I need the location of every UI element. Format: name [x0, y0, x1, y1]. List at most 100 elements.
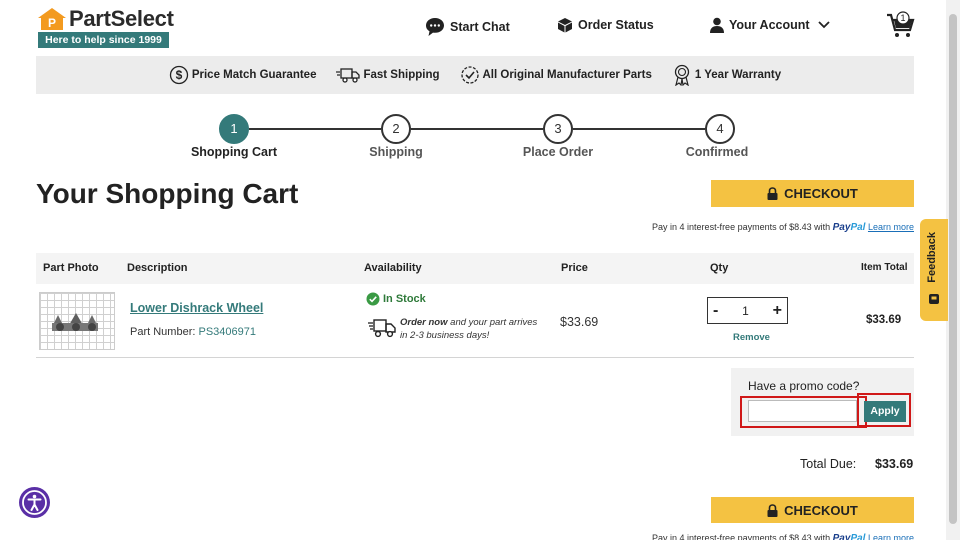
- site-header: P PartSelect Here to help since 1999 Sta…: [0, 0, 946, 56]
- chevron-down-icon: [817, 21, 830, 29]
- step-3-label: Place Order: [522, 145, 594, 159]
- lock-icon: [767, 503, 778, 517]
- benefit-label: Price Match Guarantee: [191, 69, 317, 81]
- start-chat-label: Start Chat: [450, 20, 510, 34]
- box-icon: [558, 18, 572, 33]
- paypal-learn-more-link[interactable]: Learn more: [868, 222, 914, 232]
- dishrack-wheel-image: [52, 313, 98, 331]
- part-number: Part Number: PS3406971: [130, 326, 256, 338]
- benefit-fast-shipping: Fast Shipping: [336, 66, 440, 84]
- cart-table-header: Part Photo Description Availability Pric…: [36, 253, 914, 284]
- svg-text:P: P: [48, 16, 56, 30]
- header-price: Price: [561, 262, 588, 274]
- header-description: Description: [127, 262, 188, 274]
- truck-icon: [336, 68, 361, 83]
- page-title: Your Shopping Cart: [36, 178, 299, 209]
- brand-tagline: Here to help since 1999: [38, 32, 169, 48]
- order-status-label: Order Status: [578, 18, 654, 32]
- paypal-logo-pay: Pay: [832, 533, 851, 540]
- partselect-logo[interactable]: P PartSelect Here to help since 1999: [38, 6, 174, 48]
- checkout-label: CHECKOUT: [784, 502, 858, 518]
- check-circle-icon: [366, 292, 380, 306]
- brand-name: PartSelect: [69, 6, 174, 31]
- dollar-circle-icon: $: [169, 65, 188, 85]
- benefit-original-parts: All Original Manufacturer Parts: [460, 65, 652, 85]
- step-connector: [573, 128, 705, 130]
- header-part-photo: Part Photo: [43, 262, 99, 274]
- paypal-logo-pay: Pay: [832, 222, 851, 233]
- house-logo-icon: P: [38, 8, 66, 30]
- step-connector: [411, 128, 543, 130]
- benefit-label: 1 Year Warranty: [694, 69, 782, 81]
- step-connector: [249, 128, 381, 130]
- remove-item-link[interactable]: Remove: [733, 332, 770, 343]
- paypal-text: Pay in 4 interest-free payments of $8.43…: [652, 533, 831, 540]
- feedback-icon: [929, 294, 939, 304]
- header-qty: Qty: [710, 262, 729, 274]
- scrollbar-thumb[interactable]: [949, 14, 957, 524]
- benefit-label: All Original Manufacturer Parts: [482, 69, 652, 81]
- header-availability: Availability: [364, 262, 422, 274]
- ribbon-icon: [674, 64, 690, 86]
- order-status-link[interactable]: Order Status: [557, 17, 654, 33]
- header-item-total: Item Total: [861, 262, 908, 273]
- paypal-text: Pay in 4 interest-free payments of $8.43…: [652, 222, 831, 232]
- benefit-label: Fast Shipping: [363, 69, 440, 81]
- part-number-value[interactable]: PS3406971: [198, 326, 256, 338]
- qty-increase-button[interactable]: +: [773, 302, 782, 319]
- part-name-link[interactable]: Lower Dishrack Wheel: [130, 301, 263, 315]
- checkout-label: CHECKOUT: [784, 186, 858, 201]
- shipping-text: Order now and your part arrives in 2-3 b…: [400, 316, 537, 342]
- your-account-label: Your Account: [729, 18, 810, 32]
- checkout-button-bottom[interactable]: CHECKOUT: [711, 497, 914, 523]
- item-total: $33.69: [866, 314, 902, 326]
- your-account-menu[interactable]: Your Account: [710, 17, 836, 33]
- qty-value[interactable]: 1: [742, 304, 749, 318]
- benefits-bar: $ Price Match Guarantee Fast Shipping Al…: [36, 56, 914, 94]
- svg-text:$: $: [175, 68, 182, 82]
- total-due-label: Total Due:: [800, 457, 857, 471]
- promo-label: Have a promo code?: [748, 379, 860, 393]
- part-photo[interactable]: [39, 292, 115, 350]
- qty-decrease-button[interactable]: -: [713, 302, 718, 319]
- step-2-circle: 2: [381, 114, 411, 144]
- step-3-circle: 3: [543, 114, 573, 144]
- paypal-logo: PayPal: [833, 222, 866, 233]
- quantity-stepper[interactable]: - 1 +: [707, 297, 788, 324]
- promo-code-input[interactable]: [748, 400, 857, 422]
- step-1-circle: 1: [219, 114, 249, 144]
- paypal-learn-more-link[interactable]: Learn more: [868, 533, 914, 540]
- apply-promo-button[interactable]: Apply: [864, 401, 906, 422]
- step-1-label: Shopping Cart: [190, 145, 278, 159]
- shopping-cart-icon: 1: [887, 11, 915, 37]
- cart-button[interactable]: 1: [886, 11, 916, 44]
- item-price: $33.69: [560, 315, 599, 329]
- paypal-logo-pal: Pal: [850, 533, 866, 540]
- delivery-truck-icon: [368, 319, 396, 338]
- accessibility-icon: [22, 490, 47, 515]
- step-4-label: Confirmed: [685, 145, 749, 159]
- step-2-label: Shipping: [369, 145, 423, 159]
- shipping-text-bold: Order now: [400, 317, 448, 328]
- user-icon: [710, 17, 724, 33]
- shipping-text-rest: and your part arrives: [450, 317, 538, 328]
- badge-check-icon: [460, 66, 479, 84]
- lock-icon: [767, 187, 778, 200]
- checkout-button-top[interactable]: CHECKOUT: [711, 180, 914, 207]
- total-due-value: $33.69: [875, 457, 914, 471]
- stock-label: In Stock: [383, 293, 426, 305]
- paypal-logo: PayPal: [833, 533, 866, 540]
- stock-status: In Stock: [366, 292, 426, 306]
- paypal-installments: Pay in 4 interest-free payments of $8.43…: [560, 222, 914, 233]
- feedback-label[interactable]: Feedback: [926, 232, 938, 283]
- paypal-logo-pal: Pal: [850, 222, 866, 233]
- shipping-text-line2: in 2-3 business days!: [400, 330, 490, 341]
- shipping-note: Order now and your part arrives in 2-3 b…: [368, 316, 537, 342]
- step-4-circle: 4: [705, 114, 735, 144]
- benefit-warranty: 1 Year Warranty: [672, 64, 781, 86]
- cart-count: 1: [900, 13, 905, 23]
- accessibility-button[interactable]: [19, 487, 50, 518]
- part-number-label: Part Number:: [130, 326, 196, 338]
- paypal-installments-bottom: Pay in 4 interest-free payments of $8.43…: [560, 533, 914, 540]
- start-chat-link[interactable]: Start Chat: [425, 17, 510, 37]
